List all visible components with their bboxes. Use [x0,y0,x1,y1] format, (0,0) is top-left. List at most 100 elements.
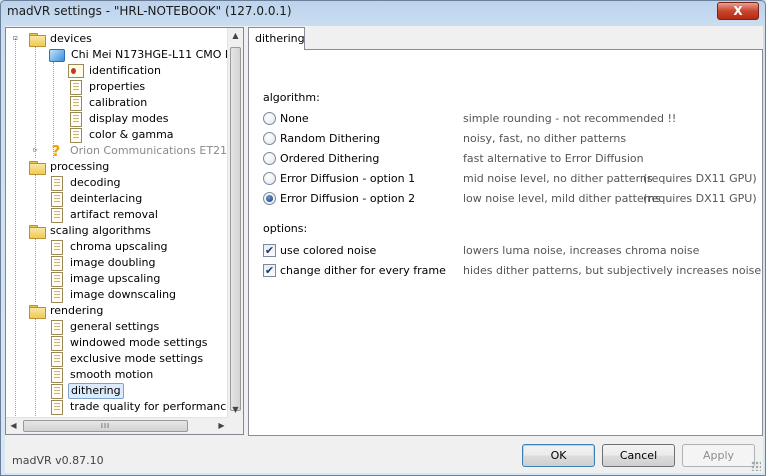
requirement-note: (requires DX11 GPU) [643,172,757,185]
tree-guide-line [15,38,16,418]
tree-item-windowed-mode[interactable]: windowed mode settings [51,335,210,351]
tree-item-image-downscaling[interactable]: image downscaling [51,287,178,303]
requirement-note: (requires DX11 GPU) [643,192,757,205]
option-description: simple rounding - not recommended !! [463,112,677,125]
checkbox-label: use colored noise [280,243,377,257]
tree-item-smooth-motion[interactable]: smooth motion [51,367,155,383]
radio-button-selected[interactable] [263,191,276,205]
close-icon: X [733,4,743,18]
tree-vertical-scrollbar[interactable]: ▲ ▼ [227,28,243,418]
tree-item-properties[interactable]: properties [70,79,147,95]
settings-tree: ▫ devices Chi Mei N173HGE-L11 CMO N173 i… [5,27,244,435]
tree-item-label: general settings [70,320,160,333]
ok-button[interactable]: OK [522,444,595,467]
radio-button[interactable] [263,111,276,125]
page-icon [51,399,63,415]
options-heading: options: [263,222,308,235]
page-icon [51,367,63,383]
radio-random-dithering[interactable]: Random Dithering [263,130,380,146]
tree-item-deinterlacing[interactable]: deinterlacing [51,191,144,207]
page-icon [70,95,82,111]
option-description: fast alternative to Error Diffusion [463,152,644,165]
checkbox-checked[interactable]: ✔ [263,243,276,257]
tree-item-devices[interactable]: devices [29,31,94,47]
radio-error-diffusion-2[interactable]: Error Diffusion - option 2 [263,190,415,206]
apply-button[interactable]: Apply [682,444,755,467]
tab-dithering[interactable]: dithering [248,27,305,50]
checkbox-colored-noise[interactable]: ✔ use colored noise [263,242,376,258]
tree-content: ▫ devices Chi Mei N173HGE-L11 CMO N173 i… [6,28,229,418]
scroll-down-icon[interactable]: ▼ [228,402,243,418]
tree-item-color-gamma[interactable]: color & gamma [70,127,176,143]
option-description: hides dither patterns, but subjectively … [463,264,762,277]
scroll-thumb[interactable]: III [23,420,188,432]
tree-item-label: exclusive mode settings [70,352,204,365]
tree-item-general-settings[interactable]: general settings [51,319,161,335]
radio-label: Ordered Dithering [280,151,380,165]
settings-window: madVR settings - "HRL-NOTEBOOK" (127.0.0… [0,0,766,476]
page-icon [51,175,63,191]
radio-error-diffusion-1[interactable]: Error Diffusion - option 1 [263,170,415,186]
tree-item-label: calibration [89,96,148,109]
page-icon [51,319,63,335]
expand-icon[interactable]: ▹ [31,146,40,155]
checkbox-label: change dither for every frame [280,263,446,277]
checkbox-change-dither[interactable]: ✔ change dither for every frame [263,262,446,278]
tree-item-calibration[interactable]: calibration [70,95,149,111]
tree-item-trade-quality[interactable]: trade quality for performance [51,399,229,415]
page-icon [51,383,63,399]
tree-item-decoding[interactable]: decoding [51,175,123,191]
tree-item-display-modes[interactable]: display modes [70,111,170,127]
tree-item-chroma-upscaling[interactable]: chroma upscaling [51,239,170,255]
option-description: noisy, fast, no dither patterns [463,132,627,145]
button-label: OK [550,449,567,462]
page-icon [51,239,63,255]
monitor-icon [49,48,65,62]
option-description: lowers luma noise, increases chroma nois… [463,244,700,257]
radio-none[interactable]: None [263,110,309,126]
tree-guide-line [35,238,36,302]
scroll-left-icon[interactable]: ◀ [6,418,21,434]
resize-grip-icon[interactable] [751,461,761,471]
scroll-grip: III [100,422,111,430]
radio-button[interactable] [263,131,276,145]
tree-item-artifact-removal[interactable]: artifact removal [51,207,160,223]
collapse-icon[interactable]: ▫ [11,34,20,43]
page-icon [70,111,82,127]
tree-item-scaling-algorithms[interactable]: scaling algorithms [29,223,153,239]
folder-icon [29,304,46,319]
window-title: madVR settings - "HRL-NOTEBOOK" (127.0.0… [7,4,292,18]
tree-item-label: smooth motion [70,368,154,381]
tree-item-label: scaling algorithms [50,224,151,237]
tree-item-image-doubling[interactable]: image doubling [51,255,158,271]
tree-item-label: decoding [70,176,121,189]
tree-item-label: trade quality for performance [70,400,229,413]
tree-item-rendering[interactable]: rendering [29,303,105,319]
tree-item-monitor[interactable]: Chi Mei N173HGE-L11 CMO N173 [49,47,229,63]
tree-item-orion[interactable]: ? Orion Communications ET210s [49,142,229,160]
tree-item-label: Chi Mei N173HGE-L11 CMO N173 [71,48,229,61]
tab-label: dithering [255,32,305,45]
tree-item-label: windowed mode settings [70,336,208,349]
tree-item-identification[interactable]: identification [68,63,163,79]
tree-guide-line [35,174,36,222]
page-icon [70,127,82,143]
tree-item-label: image upscaling [70,272,161,285]
radio-button[interactable] [263,171,276,185]
tree-item-exclusive-mode[interactable]: exclusive mode settings [51,351,205,367]
page-icon [51,207,63,223]
version-label: madVR v0.87.10 [12,454,104,467]
tree-item-processing[interactable]: processing [29,159,111,175]
scroll-up-icon[interactable]: ▲ [228,28,243,44]
title-bar[interactable]: madVR settings - "HRL-NOTEBOOK" (127.0.0… [1,1,765,23]
cancel-button[interactable]: Cancel [602,444,675,467]
radio-label: Error Diffusion - option 2 [280,191,416,205]
tree-item-image-upscaling[interactable]: image upscaling [51,271,162,287]
checkbox-checked[interactable]: ✔ [263,263,276,277]
scroll-thumb[interactable] [230,47,241,411]
close-button[interactable]: X [717,2,759,20]
radio-button[interactable] [263,151,276,165]
tree-item-dithering[interactable]: dithering [51,383,124,399]
radio-ordered-dithering[interactable]: Ordered Dithering [263,150,379,166]
tree-horizontal-scrollbar[interactable]: ◀ III ▶ [6,417,229,434]
